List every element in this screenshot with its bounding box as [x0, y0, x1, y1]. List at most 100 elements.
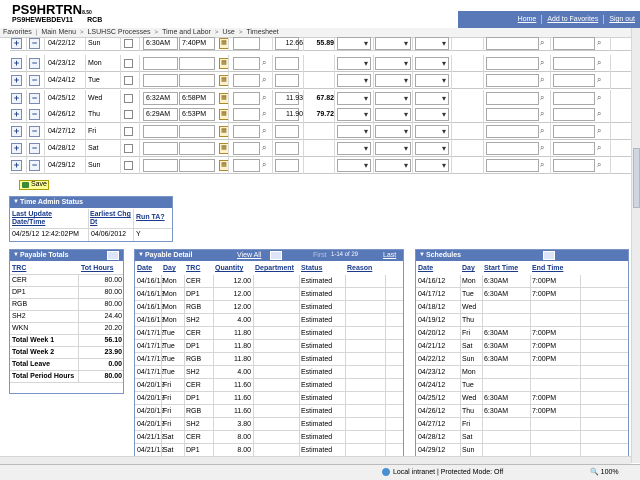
hours-field[interactable] [275, 57, 299, 70]
task-field[interactable] [486, 37, 539, 50]
in-time-field[interactable] [143, 159, 178, 172]
nav-main-menu[interactable]: Main Menu [41, 29, 76, 36]
comment-field[interactable] [553, 125, 595, 138]
hours-field[interactable] [275, 142, 299, 155]
add-row-button[interactable]: + [11, 126, 22, 137]
task-field[interactable] [486, 125, 539, 138]
delete-row-button[interactable]: − [29, 126, 40, 137]
nav-timesheet[interactable]: Timesheet [246, 29, 278, 36]
row-checkbox[interactable] [124, 127, 133, 136]
dropdown-3[interactable] [415, 142, 449, 155]
add-row-button[interactable]: + [11, 75, 22, 86]
row-checkbox[interactable] [124, 39, 133, 48]
trc-field[interactable] [233, 37, 260, 50]
in-time-field[interactable] [143, 57, 178, 70]
dropdown-3[interactable] [415, 125, 449, 138]
trc-field[interactable] [233, 159, 260, 172]
dropdown-2[interactable] [375, 108, 411, 121]
hours-field[interactable] [275, 125, 299, 138]
in-time-field[interactable]: 6:30AM [143, 37, 178, 50]
sc-col-0[interactable]: Date [418, 265, 433, 272]
schedules-header[interactable]: ▼ Schedules [416, 250, 628, 261]
payable-totals-header[interactable]: ▼ Payable Totals [10, 250, 123, 261]
search-icon[interactable]: ⌕ [540, 160, 544, 170]
in-time-field[interactable] [143, 142, 178, 155]
vertical-scrollbar[interactable] [631, 28, 640, 463]
out-time-field[interactable] [179, 159, 215, 172]
pd-col-3[interactable]: Quantity [215, 265, 243, 272]
sc-col-1[interactable]: Day [462, 265, 475, 272]
delete-row-button[interactable]: − [29, 58, 40, 69]
zoom-level[interactable]: 🔍 100% [590, 468, 619, 476]
search-icon[interactable]: ⌕ [597, 75, 601, 85]
dropdown-2[interactable] [375, 74, 411, 87]
dropdown-1[interactable] [337, 37, 371, 50]
search-icon[interactable]: ⌕ [262, 126, 266, 136]
comment-field[interactable] [553, 74, 595, 87]
last-link[interactable]: Last [383, 252, 396, 259]
horizontal-scrollbar[interactable] [0, 456, 631, 464]
comment-field[interactable] [553, 108, 595, 121]
task-field[interactable] [486, 142, 539, 155]
trc-field[interactable] [233, 125, 260, 138]
add-row-button[interactable]: + [11, 109, 22, 120]
hours-field[interactable] [275, 74, 299, 87]
in-time-field[interactable] [143, 74, 178, 87]
out-time-field[interactable]: 6:58PM [179, 92, 215, 105]
delete-row-button[interactable]: − [29, 143, 40, 154]
comment-field[interactable] [553, 37, 595, 50]
search-icon[interactable]: ⌕ [262, 109, 266, 119]
out-time-field[interactable]: 6:53PM [179, 108, 215, 121]
search-icon[interactable]: ⌕ [540, 143, 544, 153]
col-run-ta[interactable]: Run TA? [136, 214, 165, 221]
add-row-button[interactable]: + [11, 58, 22, 69]
trc-field[interactable] [233, 57, 260, 70]
out-time-field[interactable] [179, 142, 215, 155]
search-icon[interactable]: ⌕ [540, 109, 544, 119]
search-icon[interactable]: ⌕ [597, 38, 601, 48]
pd-col-5[interactable]: Status [301, 265, 322, 272]
search-icon[interactable]: ⌕ [540, 75, 544, 85]
scroll-thumb[interactable] [633, 148, 640, 208]
task-field[interactable] [486, 74, 539, 87]
dropdown-1[interactable] [337, 125, 371, 138]
task-field[interactable] [486, 108, 539, 121]
search-icon[interactable]: ⌕ [262, 143, 266, 153]
view-all-link[interactable]: View All [237, 252, 261, 259]
row-checkbox[interactable] [124, 144, 133, 153]
dropdown-3[interactable] [415, 74, 449, 87]
pd-col-2[interactable]: TRC [186, 265, 200, 272]
add-row-button[interactable]: + [11, 93, 22, 104]
dropdown-2[interactable] [375, 142, 411, 155]
nav-time-labor[interactable]: Time and Labor [162, 29, 211, 36]
pd-col-1[interactable]: Day [163, 265, 176, 272]
col-earliest-chg[interactable]: Earliest Chg Dt [90, 211, 136, 227]
search-icon[interactable]: ⌕ [597, 126, 601, 136]
search-icon[interactable]: ⌕ [262, 75, 266, 85]
trc-field[interactable] [233, 74, 260, 87]
pd-col-0[interactable]: Date [137, 265, 152, 272]
pd-col-6[interactable]: Reason [347, 265, 372, 272]
search-icon[interactable]: ⌕ [597, 109, 601, 119]
dropdown-1[interactable] [337, 57, 371, 70]
out-time-field[interactable] [179, 57, 215, 70]
home-link[interactable]: Home [518, 16, 537, 23]
search-icon[interactable]: ⌕ [540, 126, 544, 136]
delete-row-button[interactable]: − [29, 109, 40, 120]
row-checkbox[interactable] [124, 94, 133, 103]
out-time-field[interactable]: 7:40PM [179, 37, 215, 50]
add-row-button[interactable]: + [11, 38, 22, 49]
search-icon[interactable]: ⌕ [597, 160, 601, 170]
out-time-field[interactable] [179, 125, 215, 138]
search-icon[interactable]: ⌕ [262, 93, 266, 103]
delete-row-button[interactable]: − [29, 75, 40, 86]
comment-field[interactable] [553, 142, 595, 155]
in-time-field[interactable] [143, 125, 178, 138]
grid-view-icon[interactable] [107, 251, 119, 260]
nav-lsuhsc[interactable]: LSUHSC Processes [88, 29, 151, 36]
delete-row-button[interactable]: − [29, 160, 40, 171]
row-checkbox[interactable] [124, 161, 133, 170]
search-icon[interactable]: ⌕ [597, 143, 601, 153]
pd-col-4[interactable]: Department [255, 265, 294, 272]
comment-field[interactable] [553, 159, 595, 172]
